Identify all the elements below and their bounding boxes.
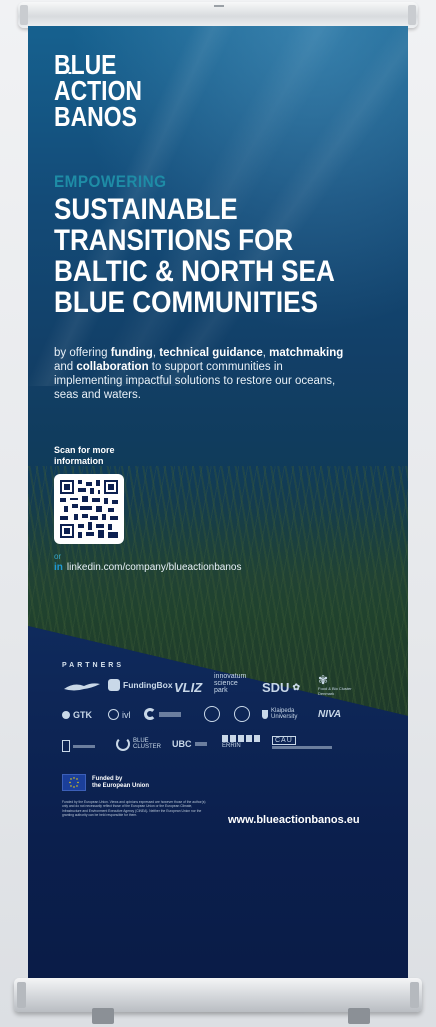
fundingbox-icon	[108, 679, 120, 691]
seal-1-icon	[204, 706, 220, 722]
partner-logo-bird	[62, 680, 102, 694]
partner-logo-vliz: VLIZ	[174, 680, 203, 695]
hero-headline: SUSTAINABLE TRANSITIONS FOR BALTIC & NOR…	[54, 194, 374, 318]
gtk-globe-icon	[62, 711, 70, 719]
partner-logo-seal-1	[204, 706, 220, 722]
blue-action-banos-logo: BLUE ACTION BANOS	[54, 51, 161, 132]
eu-disclaimer: Funded by the European Union. Views and …	[62, 800, 206, 818]
ubc-text-mark	[194, 742, 207, 746]
banner-top-rail	[18, 2, 418, 28]
bird-logo-icon	[64, 683, 100, 691]
ivl-circle-icon	[108, 709, 119, 720]
partner-logo-niva: NIVA	[318, 709, 342, 720]
base-left-cap	[17, 982, 26, 1008]
box-logo-icon	[62, 740, 70, 752]
top-rail-notch	[214, 5, 224, 7]
or-label: or	[54, 552, 62, 561]
headline-line-3: BALTIC & NORTH SEA	[54, 255, 335, 288]
partners-title: PARTNERS	[62, 662, 124, 669]
partner-logo-ubc: UBC	[172, 739, 207, 749]
partner-logo-errin: ERRIN	[222, 735, 262, 749]
funded-by-eu: Funded by the European Union	[62, 774, 152, 791]
hero-kicker: EMPOWERING	[54, 172, 167, 191]
banner-base	[14, 978, 422, 1012]
lighthouse-icon	[68, 72, 72, 74]
headline-line-4: BLUE COMMUNITIES	[54, 286, 318, 319]
partner-logo-innovatum: innovatum science park	[214, 673, 247, 694]
c-institute-text-mark	[159, 711, 181, 717]
partner-logo-gtk: GTK	[62, 710, 92, 720]
top-rail-left-cap	[20, 5, 28, 25]
c-logo-icon	[144, 708, 156, 720]
linkedin-icon: in	[54, 562, 63, 573]
base-foot-left	[92, 1008, 114, 1024]
top-rail-right-cap	[408, 5, 416, 25]
base-right-cap	[410, 982, 419, 1008]
cau-text-mark	[272, 746, 332, 749]
bluecluster-swirl-icon	[116, 737, 130, 751]
hero-tagline: by offering funding, technical guidance,…	[54, 347, 344, 401]
linkedin-link[interactable]: in linkedin.com/company/blueactionbanos	[54, 562, 241, 573]
logo-line-3: BANOS	[54, 101, 137, 132]
sdu-leaf-icon: ✿	[292, 682, 300, 692]
website-url[interactable]: www.blueactionbanos.eu	[228, 814, 360, 826]
base-foot-right	[348, 1008, 370, 1024]
partner-logo-bluecluster: BLUE CLUSTER	[116, 737, 161, 751]
klaipeda-shield-icon	[262, 709, 268, 719]
seal-2-icon	[234, 706, 250, 722]
headline-line-1: SUSTAINABLE	[54, 193, 238, 226]
box-logo-text-mark	[73, 744, 95, 748]
partner-logo-klaipeda: Klaipeda University	[262, 708, 297, 720]
eu-flag-icon	[62, 774, 86, 791]
linkedin-url[interactable]: linkedin.com/company/blueactionbanos	[67, 562, 242, 573]
qr-code-icon	[60, 480, 118, 538]
partner-logo-food-bio-cluster: ✾ Food & Bio Cluster Denmark	[318, 673, 352, 696]
partner-logo-c-institute	[144, 708, 181, 720]
partner-logo-fundingbox: FundingBox	[108, 679, 173, 691]
partner-logo-sdu: SDU ✿	[262, 680, 300, 695]
food-bio-flower-icon: ✾	[318, 673, 329, 687]
qr-code[interactable]	[54, 474, 124, 544]
partner-logo-ivl: ivl	[108, 709, 131, 720]
scan-label: Scan for more information	[54, 445, 115, 466]
headline-line-2: TRANSITIONS FOR	[54, 224, 294, 257]
errin-dots-icon	[222, 735, 262, 742]
partner-logo-seal-2	[234, 706, 250, 722]
partner-logo-box	[62, 740, 95, 752]
partner-logo-cau: CAU	[272, 736, 332, 749]
funded-by-eu-text: Funded by the European Union	[92, 775, 149, 789]
